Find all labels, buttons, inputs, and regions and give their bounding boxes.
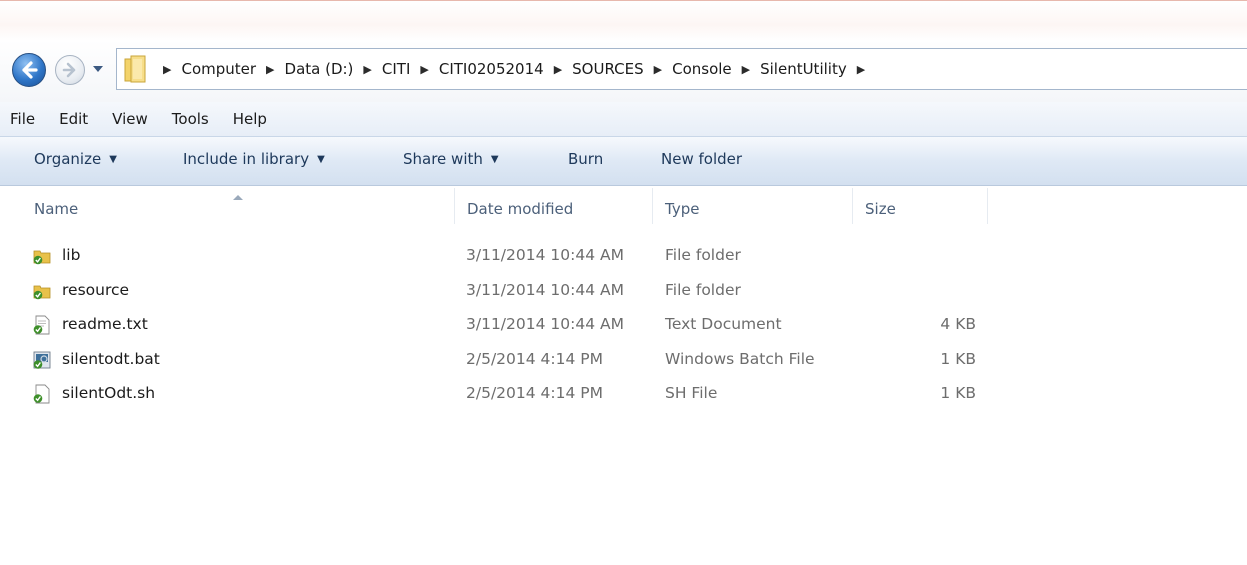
file-type: SH File [665,384,718,402]
back-arrow-icon [22,61,38,79]
recent-pages-dropdown-icon[interactable] [92,64,104,74]
organize-label: Organize [34,150,102,168]
chevron-down-icon: ▼ [109,154,117,165]
breadcrumb-citi02052014[interactable]: CITI02052014 [439,60,544,78]
file-size: 4 KB [940,315,976,333]
menu-bar: File Edit View Tools Help [0,102,1247,137]
back-button[interactable] [12,53,46,87]
breadcrumb-separator-icon[interactable]: ▶ [420,63,428,76]
column-divider[interactable] [852,188,853,224]
file-row-resource[interactable]: resource 3/11/2014 10:44 AM File folder [0,273,1247,308]
file-row-silentodt-bat[interactable]: silentodt.bat 2/5/2014 4:14 PM Windows B… [0,342,1247,377]
column-divider[interactable] [652,188,653,224]
chevron-down-icon: ▼ [490,154,499,165]
breadcrumb-computer[interactable]: Computer [181,60,256,78]
menu-edit[interactable]: Edit [47,110,100,128]
share-with-label: Share with [403,150,483,168]
breadcrumb-separator-icon[interactable]: ▶ [554,63,562,76]
share-with-button[interactable]: Share with ▼ [403,150,499,168]
file-date-modified: 3/11/2014 10:44 AM [466,315,624,333]
file-date-modified: 2/5/2014 4:14 PM [466,384,603,402]
breadcrumb-data-drive[interactable]: Data (D:) [285,60,354,78]
breadcrumb-sources[interactable]: SOURCES [572,60,643,78]
folder-icon [124,55,146,83]
column-divider[interactable] [987,188,988,224]
explorer-window: ▶ Computer ▶ Data (D:) ▶ CITI ▶ CITI0205… [0,0,1247,565]
address-bar[interactable]: ▶ Computer ▶ Data (D:) ▶ CITI ▶ CITI0205… [116,48,1247,90]
breadcrumb-separator-icon[interactable]: ▶ [742,63,750,76]
sort-ascending-icon [233,195,243,200]
new-folder-button[interactable]: New folder [661,150,742,168]
organize-button[interactable]: Organize ▼ [34,150,117,168]
sh-file-icon [33,384,50,404]
column-header-type[interactable]: Type [665,200,699,218]
file-name: silentOdt.sh [62,384,156,402]
file-type: Text Document [665,315,782,333]
breadcrumb-separator-icon[interactable]: ▶ [363,63,371,76]
file-type: File folder [665,246,741,264]
menu-tools[interactable]: Tools [160,110,221,128]
breadcrumb-separator-icon[interactable]: ▶ [163,63,171,76]
column-header-date-modified[interactable]: Date modified [467,200,573,218]
file-name: resource [62,280,130,299]
file-row-silentodt-sh[interactable]: silentOdt.sh 2/5/2014 4:14 PM SH File 1 … [0,376,1247,411]
file-name: readme.txt [62,315,148,333]
breadcrumb-separator-icon[interactable]: ▶ [266,63,274,76]
forward-arrow-icon [62,62,76,78]
file-name: silentodt.bat [62,349,160,368]
file-list: lib 3/11/2014 10:44 AM File folder resou… [0,238,1247,411]
column-header-size[interactable]: Size [865,200,896,218]
column-header-row: Name Date modified Type Size [0,186,1247,234]
include-in-library-label: Include in library [183,150,310,168]
folder-icon [33,250,51,265]
file-row-readme[interactable]: readme.txt 3/11/2014 10:44 AM Text Docum… [0,307,1247,342]
file-row-lib[interactable]: lib 3/11/2014 10:44 AM File folder [0,238,1247,273]
menu-file[interactable]: File [0,110,47,128]
breadcrumb-silentutility[interactable]: SilentUtility [760,60,847,78]
file-type: Windows Batch File [665,349,815,368]
file-name: lib [62,246,81,264]
column-header-name[interactable]: Name [34,200,78,218]
forward-button[interactable] [55,55,85,85]
breadcrumb-console[interactable]: Console [672,60,732,78]
navigation-bar: ▶ Computer ▶ Data (D:) ▶ CITI ▶ CITI0205… [0,40,1247,102]
burn-button[interactable]: Burn [568,150,603,168]
column-divider[interactable] [454,188,455,224]
file-date-modified: 2/5/2014 4:14 PM [466,349,603,368]
breadcrumb-citi[interactable]: CITI [382,60,410,78]
file-date-modified: 3/11/2014 10:44 AM [466,280,624,299]
menu-view[interactable]: View [100,110,160,128]
chevron-down-icon: ▼ [317,154,325,165]
file-size: 1 KB [940,384,976,402]
text-file-icon [33,315,50,335]
command-bar: Organize ▼ Include in library ▼ Share with… [0,137,1247,186]
file-size: 1 KB [940,349,976,368]
file-date-modified: 3/11/2014 10:44 AM [466,246,624,264]
file-list-empty-area[interactable] [0,420,1247,565]
window-title-edge [0,0,1247,41]
breadcrumb-separator-icon[interactable]: ▶ [654,63,662,76]
breadcrumb-separator-icon[interactable]: ▶ [857,63,865,76]
include-in-library-button[interactable]: Include in library ▼ [183,150,325,168]
menu-help[interactable]: Help [221,110,279,128]
batch-file-icon [33,351,51,369]
folder-icon [33,285,51,299]
file-type: File folder [665,280,741,299]
